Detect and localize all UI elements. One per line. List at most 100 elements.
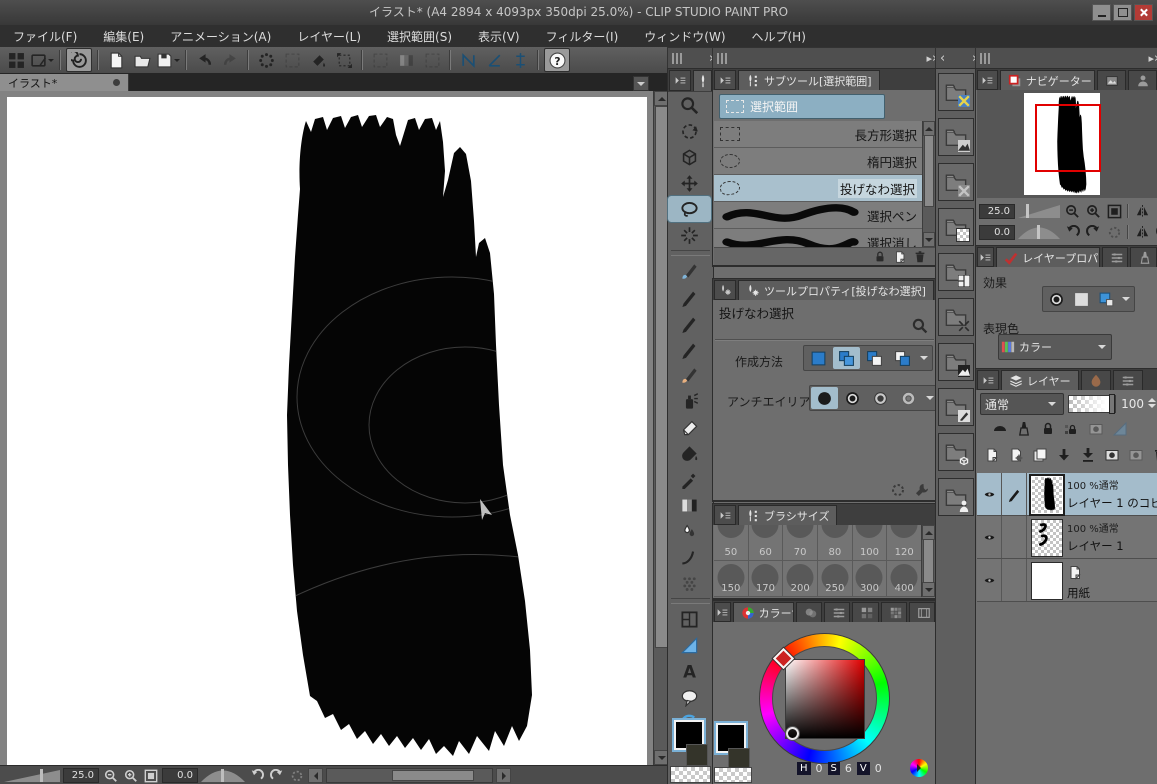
navigator-zoom-value[interactable]: 25.0 (979, 204, 1015, 219)
scroll-up-button[interactable] (922, 525, 935, 540)
brush-size-option[interactable]: 80 (818, 525, 853, 561)
tool-palette-tab[interactable] (693, 70, 712, 91)
panel-menu-button[interactable] (977, 70, 998, 90)
wrench-magnifier-icon[interactable] (911, 317, 928, 334)
tool-move-layer[interactable] (668, 170, 711, 196)
sub-color-swatch[interactable] (686, 744, 708, 766)
crop-button[interactable] (368, 49, 392, 71)
layer-thumbnail[interactable] (1031, 476, 1063, 514)
tool-eraser[interactable] (668, 414, 711, 440)
tool-pen[interactable] (668, 258, 711, 284)
material-gray-pattern[interactable] (938, 163, 974, 201)
nav-zoom-in-button[interactable] (1084, 203, 1102, 219)
reset-rotation-button[interactable] (288, 768, 305, 783)
snap-ruler-button[interactable] (456, 49, 480, 71)
nav-reset-rotation-button[interactable] (1105, 224, 1123, 240)
tool-watercolor[interactable] (668, 362, 711, 388)
fit-to-screen-button[interactable] (142, 768, 159, 783)
visibility-toggle[interactable] (977, 516, 1002, 558)
zoom-in-button[interactable] (122, 768, 139, 783)
panel-menu-button[interactable] (714, 505, 736, 525)
brush-size-option[interactable]: 60 (749, 525, 784, 561)
scroll-right-button[interactable] (496, 768, 511, 783)
navigator-zoom-slider[interactable] (1018, 204, 1060, 218)
rotation-slider[interactable] (201, 769, 245, 782)
tool-property-tab[interactable]: ツールプロパティ[投げなわ選択] (738, 280, 934, 300)
tool-ruler[interactable] (668, 632, 711, 658)
approx-color-tab[interactable] (852, 602, 878, 622)
option-subtract-selection[interactable] (861, 347, 888, 369)
horizontal-scroll-thumb[interactable] (392, 770, 474, 781)
tool-figure[interactable] (668, 544, 711, 570)
brush-size-option[interactable]: 100 (853, 525, 888, 561)
nav-rotate-right-button[interactable] (1084, 224, 1102, 240)
help-button[interactable]: ? (544, 48, 570, 72)
item-bank-tab[interactable] (1128, 70, 1157, 90)
brush-size-option[interactable]: 400 (887, 561, 922, 597)
new-folder-button[interactable] (1030, 445, 1050, 464)
tool-zoom[interactable] (668, 92, 711, 118)
subview-tab[interactable] (1097, 70, 1126, 90)
new-file-button[interactable] (104, 49, 128, 71)
tool-eyedropper[interactable] (668, 466, 711, 492)
layer-thumbnail[interactable] (1031, 519, 1063, 557)
brush-size-option[interactable]: 50 (714, 525, 749, 561)
option-aa-none[interactable] (811, 387, 838, 409)
rotate-right-button[interactable] (268, 768, 285, 783)
delete-subtool-icon[interactable] (913, 250, 927, 264)
navigator-preview[interactable] (977, 90, 1157, 198)
canvas-vertical-scrollbar[interactable] (653, 91, 668, 765)
menu-selection[interactable]: 選択範囲(S) (374, 28, 465, 45)
deselect-button[interactable] (254, 49, 278, 71)
right-dock-strip[interactable] (975, 47, 1157, 70)
tool-balloon[interactable] (668, 684, 711, 710)
layer-thumbnail[interactable] (1031, 562, 1063, 600)
tool-airbrush[interactable] (668, 388, 711, 414)
material-3d[interactable] (938, 433, 974, 471)
clip-to-layer-button[interactable] (990, 419, 1010, 438)
reference-layer-button[interactable] (1014, 419, 1034, 438)
lock-layer-button[interactable] (1038, 419, 1058, 438)
maximize-button[interactable] (1113, 4, 1132, 21)
subtool-item-selection-pen[interactable]: 選択ペン (714, 202, 923, 229)
fill-selection-button[interactable] (306, 49, 330, 71)
detail-settings-icon[interactable] (914, 482, 930, 498)
panel-menu-button[interactable] (977, 247, 994, 267)
dock-expand-left-icon[interactable] (940, 51, 945, 66)
sv-marker[interactable] (786, 727, 799, 740)
transparent-color-swatch[interactable] (670, 766, 711, 783)
scroll-thumb[interactable] (924, 135, 934, 207)
trim-button[interactable] (394, 49, 418, 71)
option-add-selection[interactable] (833, 347, 860, 369)
transfer-down-button[interactable] (1054, 445, 1074, 464)
opacity-spinner[interactable] (1148, 396, 1156, 412)
border-effect-option[interactable] (1044, 288, 1068, 310)
tablet-mode-button[interactable] (30, 49, 54, 71)
brush-size-scrollbar[interactable] (921, 525, 935, 597)
menu-view[interactable]: 表示(V) (465, 28, 533, 45)
redo-button[interactable] (218, 49, 242, 71)
open-file-button[interactable] (130, 49, 154, 71)
menu-animation[interactable]: アニメーション(A) (157, 28, 284, 45)
snap-grid-button[interactable] (508, 49, 532, 71)
subtool-item-ellipse[interactable]: 楕円選択 (714, 148, 923, 175)
visibility-toggle[interactable] (977, 559, 1002, 601)
intermediate-color-tab[interactable] (909, 602, 935, 622)
tool-text[interactable]: A (668, 658, 711, 684)
expression-color-dropdown[interactable]: カラー (998, 334, 1112, 360)
option-aa-medium[interactable] (867, 387, 894, 409)
layers-tab[interactable]: レイヤー (1001, 370, 1079, 390)
merge-down-button[interactable] (1078, 445, 1098, 464)
minimize-button[interactable] (1092, 4, 1111, 21)
tool-operation[interactable] (668, 144, 711, 170)
color-mixing-tab[interactable] (796, 602, 822, 622)
subtool-scrollbar[interactable] (922, 121, 935, 247)
scroll-down-button[interactable] (923, 232, 935, 247)
layer-search-tab[interactable] (1081, 370, 1111, 390)
brush-size-option[interactable]: 250 (818, 561, 853, 597)
brush-size-option[interactable]: 170 (749, 561, 784, 597)
navigator-rotation-slider[interactable] (1018, 225, 1060, 239)
nav-flip-view-button[interactable] (1133, 224, 1151, 240)
visibility-toggle[interactable] (977, 473, 1002, 515)
save-button[interactable] (156, 49, 180, 71)
